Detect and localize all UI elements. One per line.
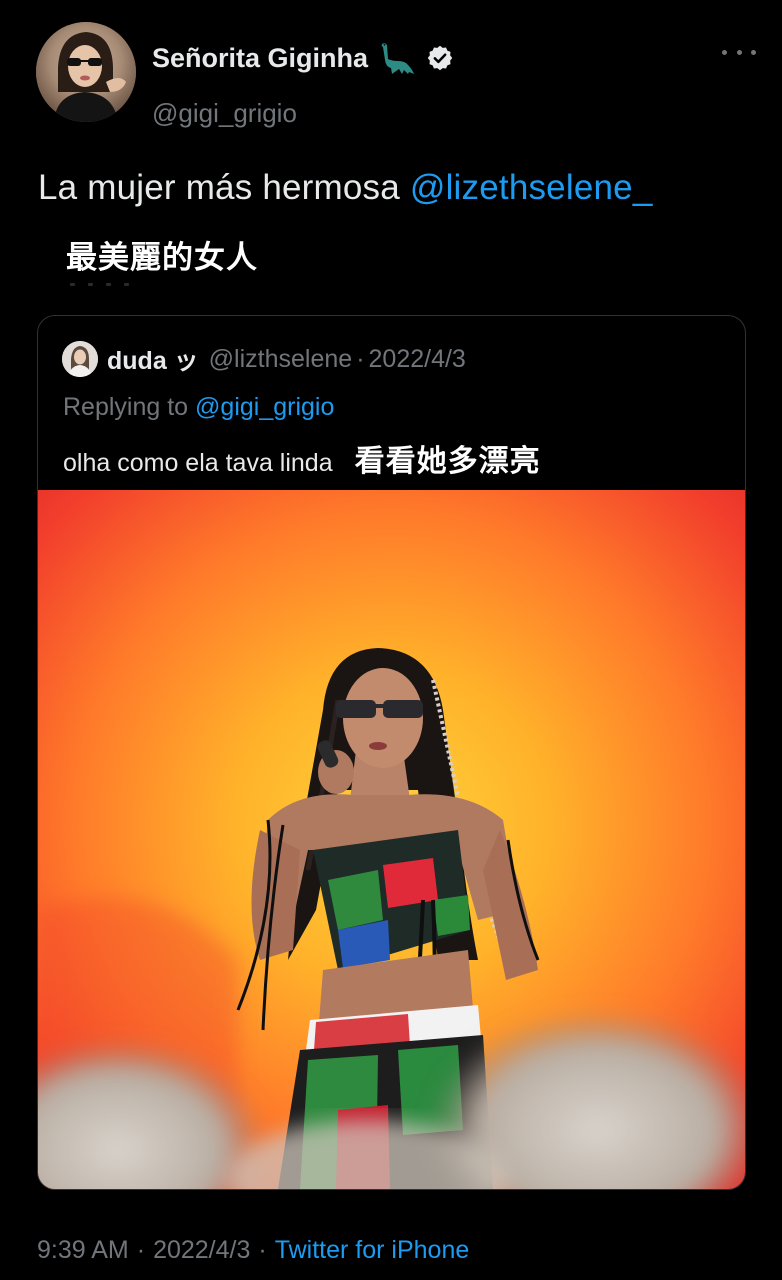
more-dot (751, 49, 756, 55)
replying-to-prefix: Replying to (63, 393, 196, 421)
tweet-time[interactable]: 9:39 AM (37, 1236, 129, 1265)
verified-badge-icon (426, 44, 454, 72)
tweet-header: Señorita Giginha @gigi_grigio (36, 22, 756, 129)
faint-dot (88, 283, 93, 286)
author-avatar[interactable] (36, 22, 136, 122)
quoted-tweet-header: duda ッ @lizthselene · 2022/4/3 (62, 340, 466, 378)
quoted-tweet-card[interactable]: duda ッ @lizthselene · 2022/4/3 Replying … (37, 315, 746, 1190)
quoted-replying-to: Replying to @gigi_grigio (63, 393, 334, 422)
quoted-author-avatar (62, 341, 98, 377)
faint-dot (124, 283, 129, 286)
more-dot (736, 49, 742, 55)
quoted-tweet-translation-caption: 看看她多漂亮 (354, 445, 541, 478)
replying-to-mention[interactable]: @gigi_grigio (195, 393, 334, 421)
quoted-author-handle: @lizthselene (208, 344, 353, 373)
quoted-separator: · (356, 344, 365, 373)
more-options-icon[interactable] (722, 44, 756, 60)
footer-separator: · (136, 1236, 146, 1264)
quoted-tweet-text: olha como ela tava linda (63, 449, 333, 477)
dinosaur-icon (378, 41, 416, 75)
author-handle[interactable]: @gigi_grigio (152, 98, 297, 129)
tweet-mention-link[interactable]: @lizethselene_ (410, 168, 653, 207)
author-display-name[interactable]: Señorita Giginha (152, 43, 368, 74)
avatar-image (36, 22, 136, 122)
tweet-text-body: La mujer más hermosa (38, 168, 410, 207)
tweet-translation-caption: 最美麗的女人 (66, 240, 258, 275)
quoted-date: 2022/4/3 (368, 344, 466, 373)
quoted-avatar-image (62, 341, 98, 377)
tweet-date[interactable]: 2022/4/3 (153, 1236, 250, 1265)
faint-dot (106, 283, 111, 286)
quoted-tweet-body: olha como ela tava linda 看看她多漂亮 (63, 436, 541, 480)
footer-separator: · (258, 1236, 267, 1264)
tweet-text: La mujer más hermosa @lizethselene_ (38, 168, 652, 208)
tweet-footer: 9:39 AM · 2022/4/3 · Twitter for iPhone (37, 1236, 469, 1265)
more-dot (722, 49, 727, 55)
faint-divider-dots (70, 283, 129, 286)
concert-photo-image[interactable] (38, 490, 745, 1189)
concert-photo-svg (38, 490, 745, 1189)
faint-dot (70, 283, 75, 286)
quoted-author-name: duda ッ (107, 347, 199, 375)
author-name-row: Señorita Giginha (152, 40, 454, 76)
tweet-source-link[interactable]: Twitter for iPhone (275, 1236, 470, 1265)
